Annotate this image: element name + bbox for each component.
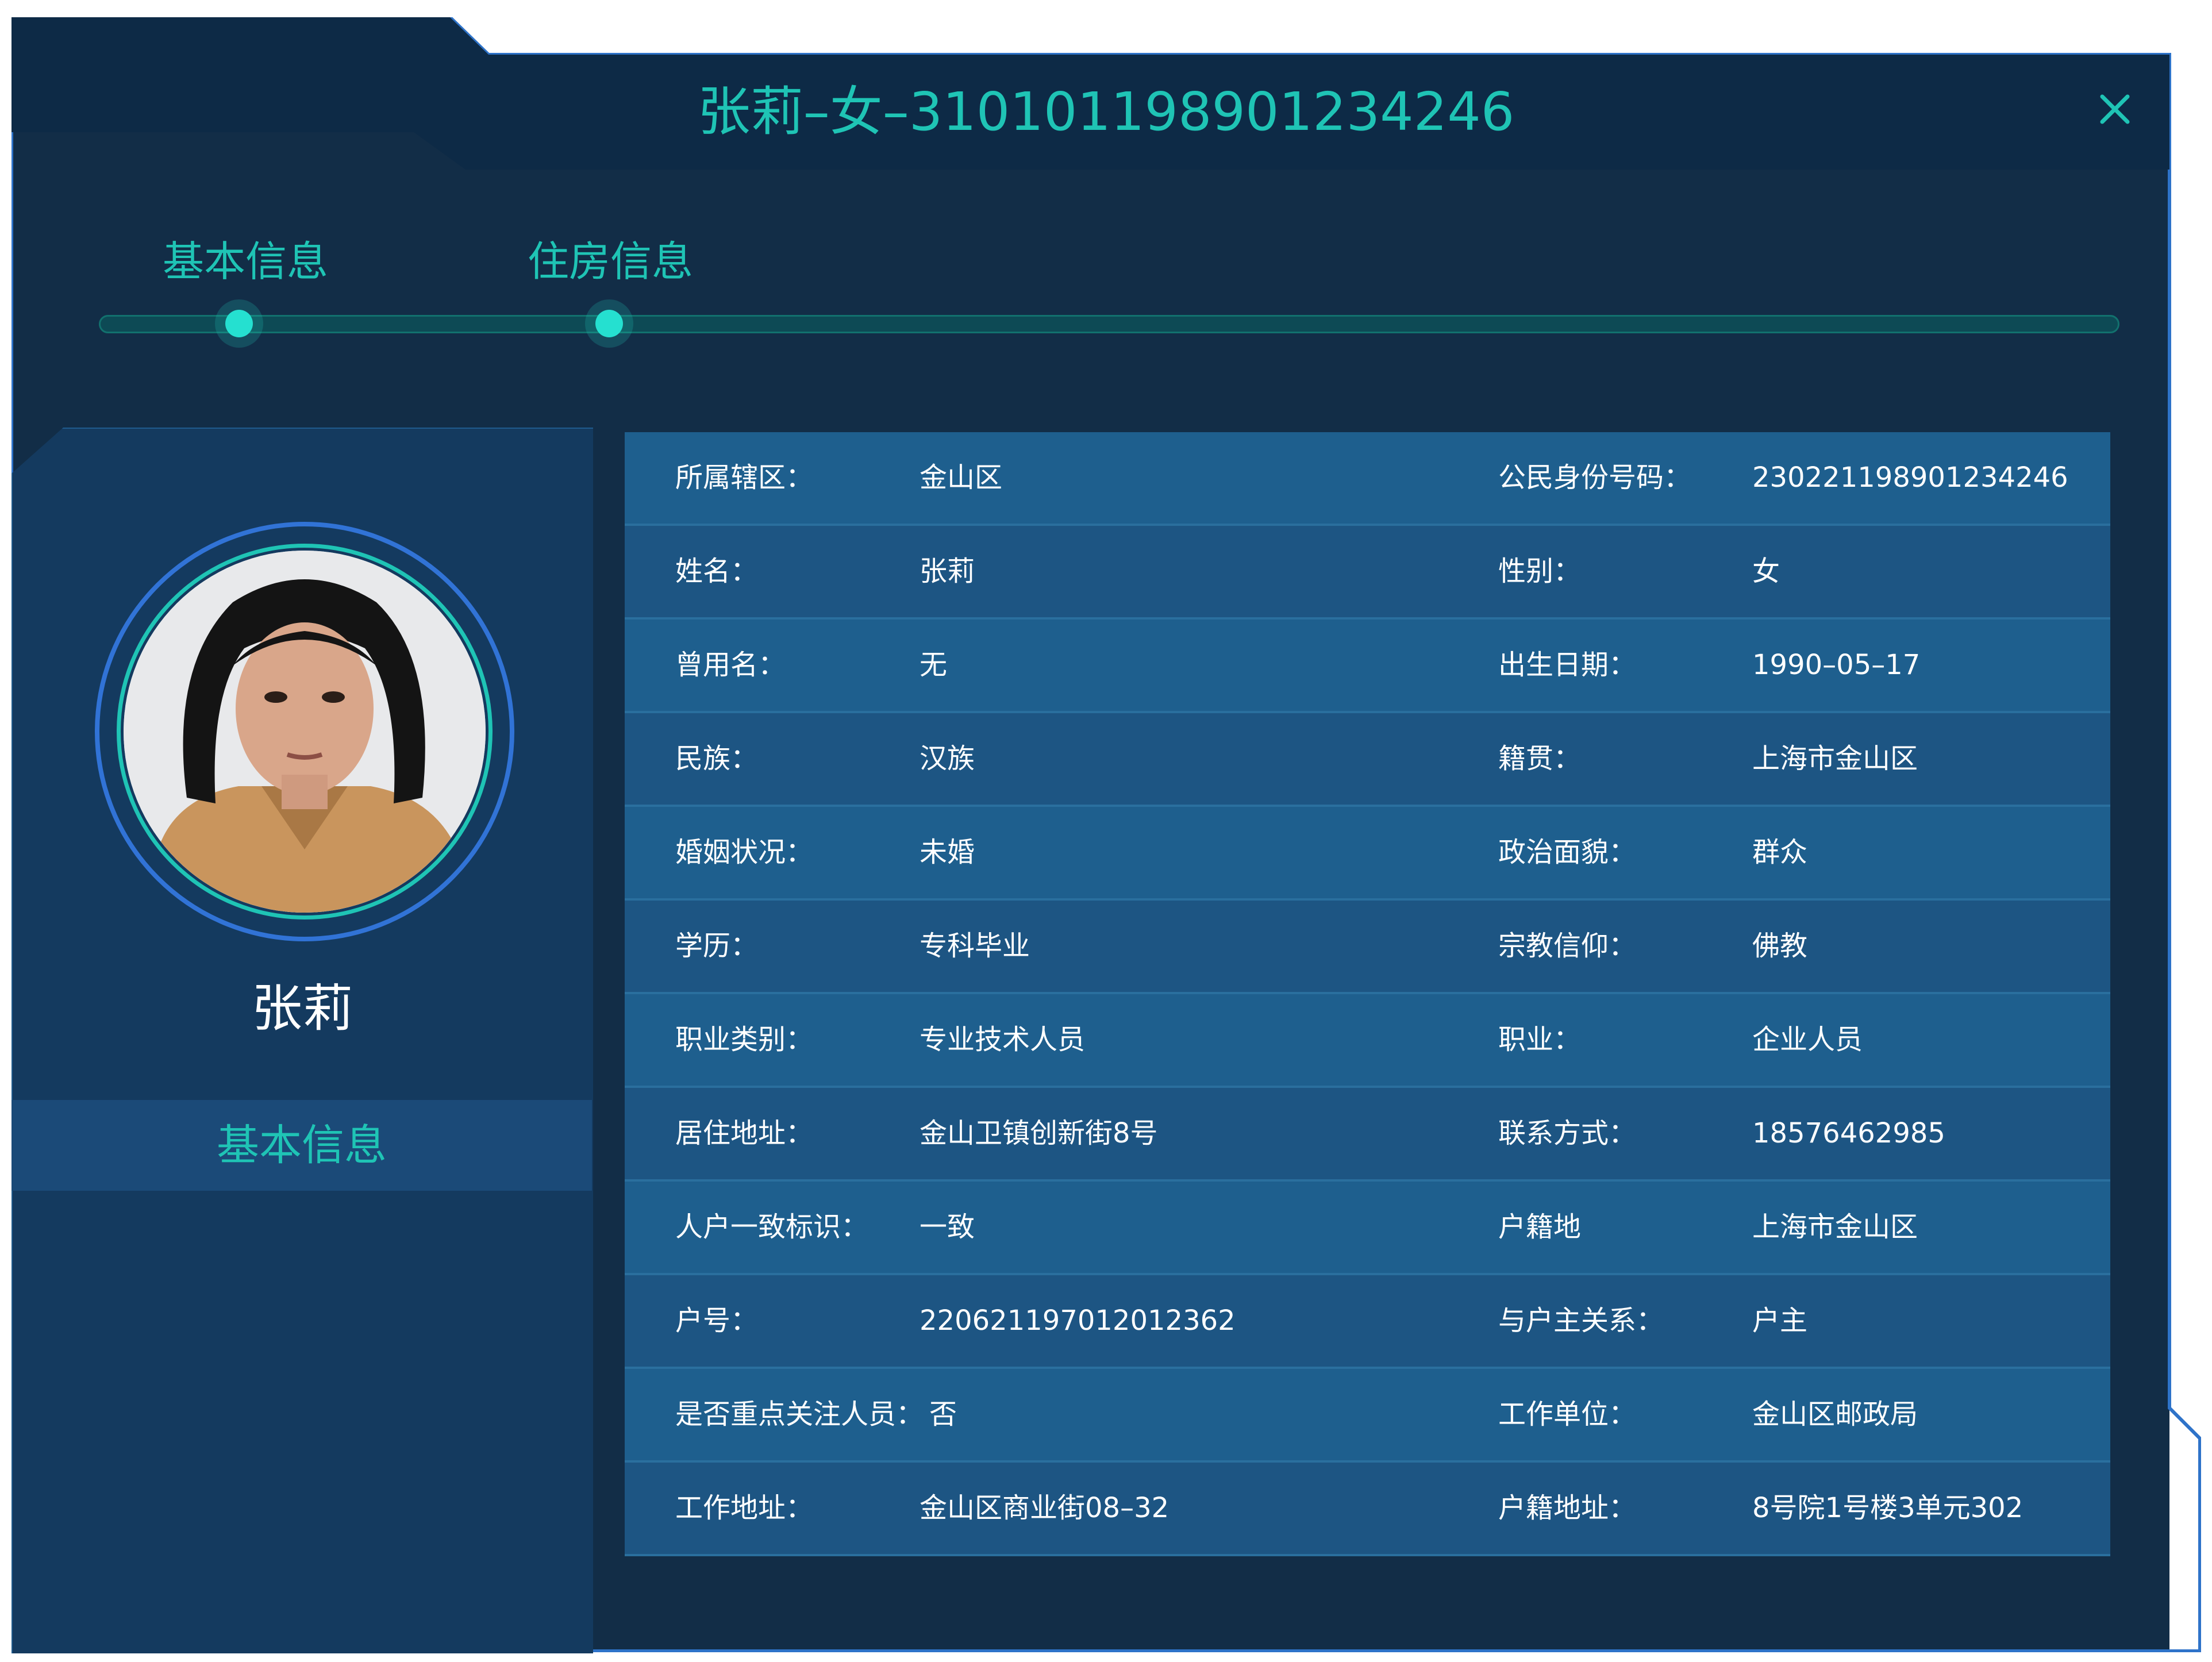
field-value: 否	[929, 1398, 957, 1430]
field-value: 金山区	[920, 461, 1003, 494]
field-value: 无	[920, 649, 948, 681]
field-label: 曾用名：	[675, 649, 786, 681]
field-label: 工作单位：	[1498, 1398, 1637, 1430]
field-value: 专业技术人员	[920, 1024, 1086, 1056]
field-label: 出生日期：	[1498, 649, 1637, 681]
person-name: 张莉	[251, 979, 353, 1038]
field-value: 18576462985	[1752, 1117, 1945, 1149]
field-label: 职业类别：	[675, 1024, 814, 1056]
field-value: 上海市金山区	[1752, 742, 1918, 775]
field-value: 女	[1752, 555, 1780, 587]
table-row: 曾用名： 无 出生日期： 1990–05–17	[625, 620, 2110, 713]
dialog-title: 张莉–女–310101198901234246	[697, 81, 1515, 143]
table-row: 所属辖区： 金山区 公民身份号码： 230221198901234246	[625, 432, 2110, 526]
field-value: 张莉	[920, 555, 975, 587]
field-label: 公民身份号码：	[1498, 461, 1692, 494]
avatar	[124, 551, 486, 913]
table-row: 是否重点关注人员： 否 工作单位： 金山区邮政局	[625, 1369, 2110, 1463]
field-value: 专科毕业	[920, 930, 1030, 962]
field-value: 群众	[1752, 836, 1808, 868]
table-row: 职业类别： 专业技术人员 职业： 企业人员	[625, 994, 2110, 1088]
field-label: 学历：	[675, 930, 759, 962]
field-value: 金山区邮政局	[1752, 1398, 1918, 1430]
field-label: 职业：	[1498, 1024, 1582, 1056]
table-row: 工作地址： 金山区商业街08–32 户籍地址： 8号院1号楼3单元302	[625, 1463, 2110, 1556]
field-value: 金山区商业街08–32	[920, 1492, 1170, 1524]
field-value: 1990–05–17	[1752, 649, 1921, 681]
field-label: 联系方式：	[1498, 1117, 1637, 1149]
field-value: 佛教	[1752, 930, 1808, 962]
field-value: 8号院1号楼3单元302	[1752, 1492, 2024, 1524]
field-label: 居住地址：	[675, 1117, 814, 1149]
field-label: 籍贯：	[1498, 742, 1582, 775]
close-button[interactable]	[2086, 80, 2144, 138]
info-table: 所属辖区： 金山区 公民身份号码： 230221198901234246 姓名：…	[625, 432, 2110, 1579]
field-label: 所属辖区：	[675, 461, 814, 494]
table-row: 学历： 专科毕业 宗教信仰： 佛教	[625, 901, 2110, 994]
step-progress-track	[99, 315, 2119, 333]
field-label: 宗教信仰：	[1498, 930, 1637, 962]
field-value: 户主	[1752, 1305, 1808, 1337]
table-row: 姓名： 张莉 性别： 女	[625, 526, 2110, 620]
field-value: 一致	[920, 1211, 975, 1243]
field-label: 人户一致标识：	[675, 1211, 869, 1243]
close-icon	[2100, 94, 2130, 124]
field-value: 上海市金山区	[1752, 1211, 1918, 1243]
field-label: 是否重点关注人员：	[675, 1398, 924, 1430]
field-label: 工作地址：	[675, 1492, 814, 1524]
table-row: 居住地址： 金山卫镇创新街8号 联系方式： 18576462985	[625, 1088, 2110, 1182]
field-value: 金山卫镇创新街8号	[920, 1117, 1158, 1149]
field-value: 汉族	[920, 742, 975, 775]
field-value: 230221198901234246	[1752, 461, 2068, 494]
sidebar-item-basic-info[interactable]: 基本信息	[11, 1100, 592, 1191]
step-dot-housing[interactable]	[595, 310, 623, 337]
step-basic-info[interactable]: 基本信息	[163, 230, 328, 293]
field-label: 户号：	[675, 1305, 759, 1337]
table-row: 民族： 汉族 籍贯： 上海市金山区	[625, 713, 2110, 807]
field-label: 政治面貌：	[1498, 836, 1637, 868]
field-label: 姓名：	[675, 555, 759, 587]
field-label: 民族：	[675, 742, 759, 775]
step-housing-info[interactable]: 住房信息	[528, 230, 693, 293]
field-label: 与户主关系：	[1498, 1305, 1664, 1337]
table-row: 婚姻状况： 未婚 政治面貌： 群众	[625, 807, 2110, 901]
field-label: 户籍地址：	[1498, 1492, 1637, 1524]
person-photo-icon	[124, 551, 486, 913]
table-row: 户号： 220621197012012362 与户主关系： 户主	[625, 1275, 2110, 1369]
field-label: 婚姻状况：	[675, 836, 814, 868]
field-value: 未婚	[920, 836, 975, 868]
step-dot-basic[interactable]	[225, 310, 253, 337]
table-row: 人户一致标识： 一致 户籍地 上海市金山区	[625, 1182, 2110, 1275]
field-label: 性别：	[1498, 555, 1582, 587]
field-label: 户籍地	[1498, 1211, 1582, 1243]
field-value: 220621197012012362	[920, 1305, 1236, 1337]
field-value: 企业人员	[1752, 1024, 1863, 1056]
